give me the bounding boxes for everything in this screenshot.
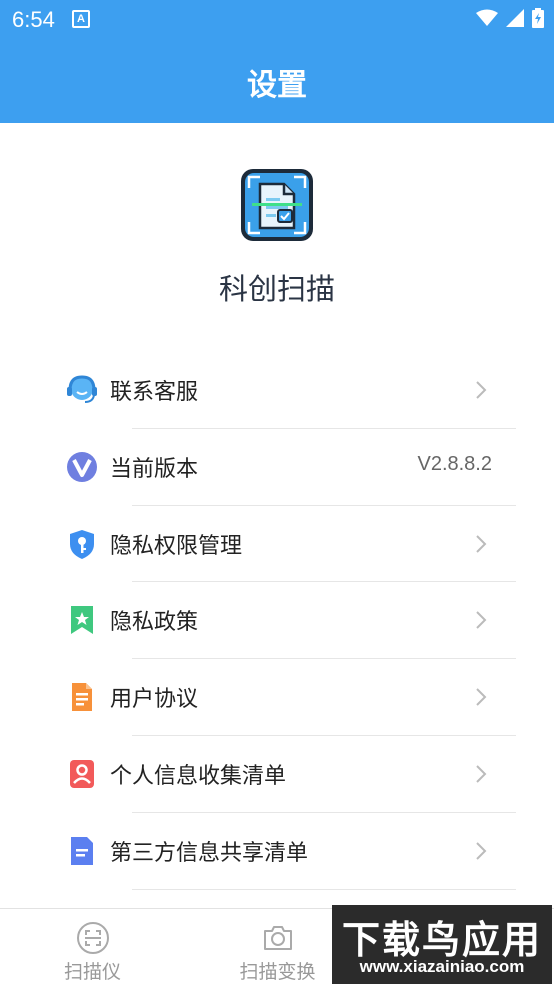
menu-item-label: 联系客服 — [110, 380, 199, 405]
watermark-url: www.xiazainiao.com — [359, 957, 525, 976]
camera-icon — [263, 926, 292, 950]
chevron-right-icon — [476, 534, 487, 553]
person-card-icon — [70, 759, 94, 788]
customer-service-icon — [67, 375, 97, 403]
menu-item-customer-service[interactable]: 联系客服 — [0, 352, 554, 429]
chevron-right-icon — [476, 765, 487, 783]
note-icon — [71, 836, 93, 865]
menu-item-label: 第三方信息共享清单 — [110, 840, 309, 866]
divider — [132, 888, 516, 890]
watermark-title: 下载鸟应用 — [341, 918, 542, 962]
chevron-right-icon — [476, 381, 487, 399]
menu-item-third-party-sharing-list[interactable]: 第三方信息共享清单 — [0, 813, 554, 890]
chevron-right-icon — [476, 842, 487, 860]
status-icons — [476, 8, 544, 28]
battery-icon — [532, 8, 544, 28]
signal-icon — [506, 9, 524, 27]
menu-item-label: 个人信息收集清单 — [110, 763, 287, 789]
page-title: 设置 — [247, 68, 307, 103]
settings-menu: 联系客服 当前版本 V2.8.8.2 隐私权限管理 隐私政策 用户协议 个人信息… — [0, 352, 554, 890]
chevron-right-icon — [476, 611, 487, 630]
tab-scanner[interactable]: 扫描仪 — [0, 909, 185, 985]
app-name: 科创扫描 — [218, 272, 335, 306]
version-icon — [67, 451, 97, 482]
notification-icon: A — [72, 10, 90, 28]
menu-item-privacy-policy[interactable]: 隐私政策 — [0, 582, 554, 660]
menu-item-label: 当前版本 — [110, 456, 199, 482]
status-bar: 6:54 A — [0, 0, 554, 38]
status-time: 6:54 — [12, 7, 55, 32]
watermark: 下载鸟应用 www.xiazainiao.com — [332, 905, 552, 984]
menu-item-label: 用户协议 — [110, 687, 199, 713]
menu-item-personal-info-list[interactable]: 个人信息收集清单 — [0, 736, 554, 813]
version-value: V2.8.8.2 — [417, 452, 492, 475]
chevron-right-icon — [476, 688, 487, 706]
menu-item-user-agreement[interactable]: 用户协议 — [0, 659, 554, 736]
menu-item-label: 隐私政策 — [110, 610, 199, 636]
app-logo — [240, 168, 314, 242]
shield-key-icon — [70, 529, 94, 559]
tab-label: 扫描仪 — [63, 961, 121, 983]
app-bar: 设置 — [0, 38, 554, 123]
menu-item-privacy-permissions[interactable]: 隐私权限管理 — [0, 506, 554, 583]
bookmark-star-icon — [71, 606, 93, 635]
wifi-icon — [476, 9, 498, 26]
document-icon — [72, 683, 92, 712]
menu-item-version[interactable]: 当前版本 V2.8.8.2 — [0, 429, 554, 506]
scanner-icon — [76, 922, 109, 954]
menu-item-label: 隐私权限管理 — [110, 533, 243, 559]
